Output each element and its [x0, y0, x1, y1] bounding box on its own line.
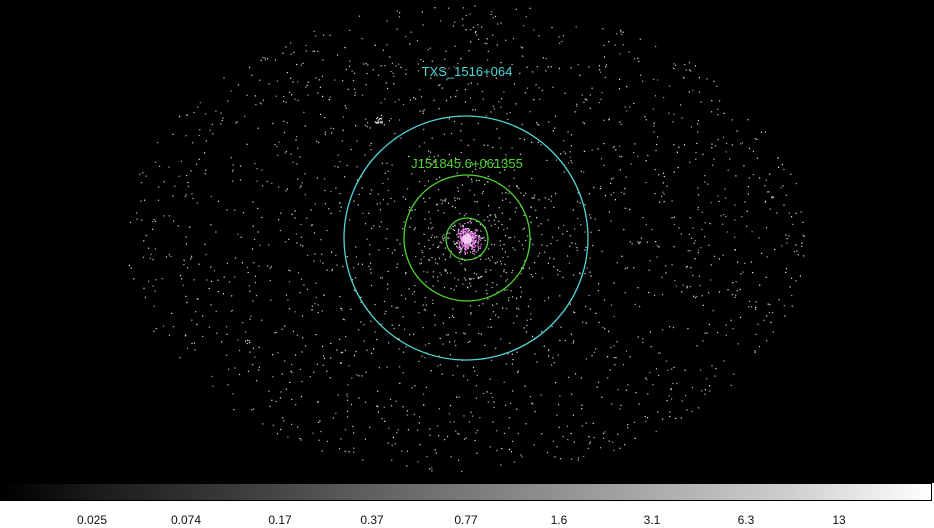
image-viewer[interactable]: TXS_1516+064 J151845.6+061355 0.025 0.07… — [0, 0, 934, 528]
colorbar-tick: 0.37 — [360, 513, 384, 527]
colorbar-tick: 1.6 — [550, 513, 568, 527]
colorbar-tick: 0.77 — [454, 513, 478, 527]
colorbar-tick: 13 — [832, 513, 846, 527]
colorbar-tick: 3.1 — [643, 513, 661, 527]
colorbar-tick: 0.17 — [268, 513, 292, 527]
region-label-txs[interactable]: TXS_1516+064 — [422, 64, 513, 79]
sky-image[interactable]: TXS_1516+064 J151845.6+061355 — [0, 0, 934, 478]
colorbar-gradient[interactable] — [0, 483, 932, 501]
region-label-j151845[interactable]: J151845.6+061355 — [411, 156, 523, 171]
colorbar-tick: 0.074 — [170, 513, 202, 527]
colorbar-tick: 0.025 — [76, 513, 108, 527]
colorbar-tick: 6.3 — [737, 513, 755, 527]
colorbar[interactable]: 0.025 0.074 0.17 0.37 0.77 1.6 3.1 6.3 1… — [0, 483, 934, 528]
image-canvas[interactable]: TXS_1516+064 J151845.6+061355 — [0, 0, 934, 478]
